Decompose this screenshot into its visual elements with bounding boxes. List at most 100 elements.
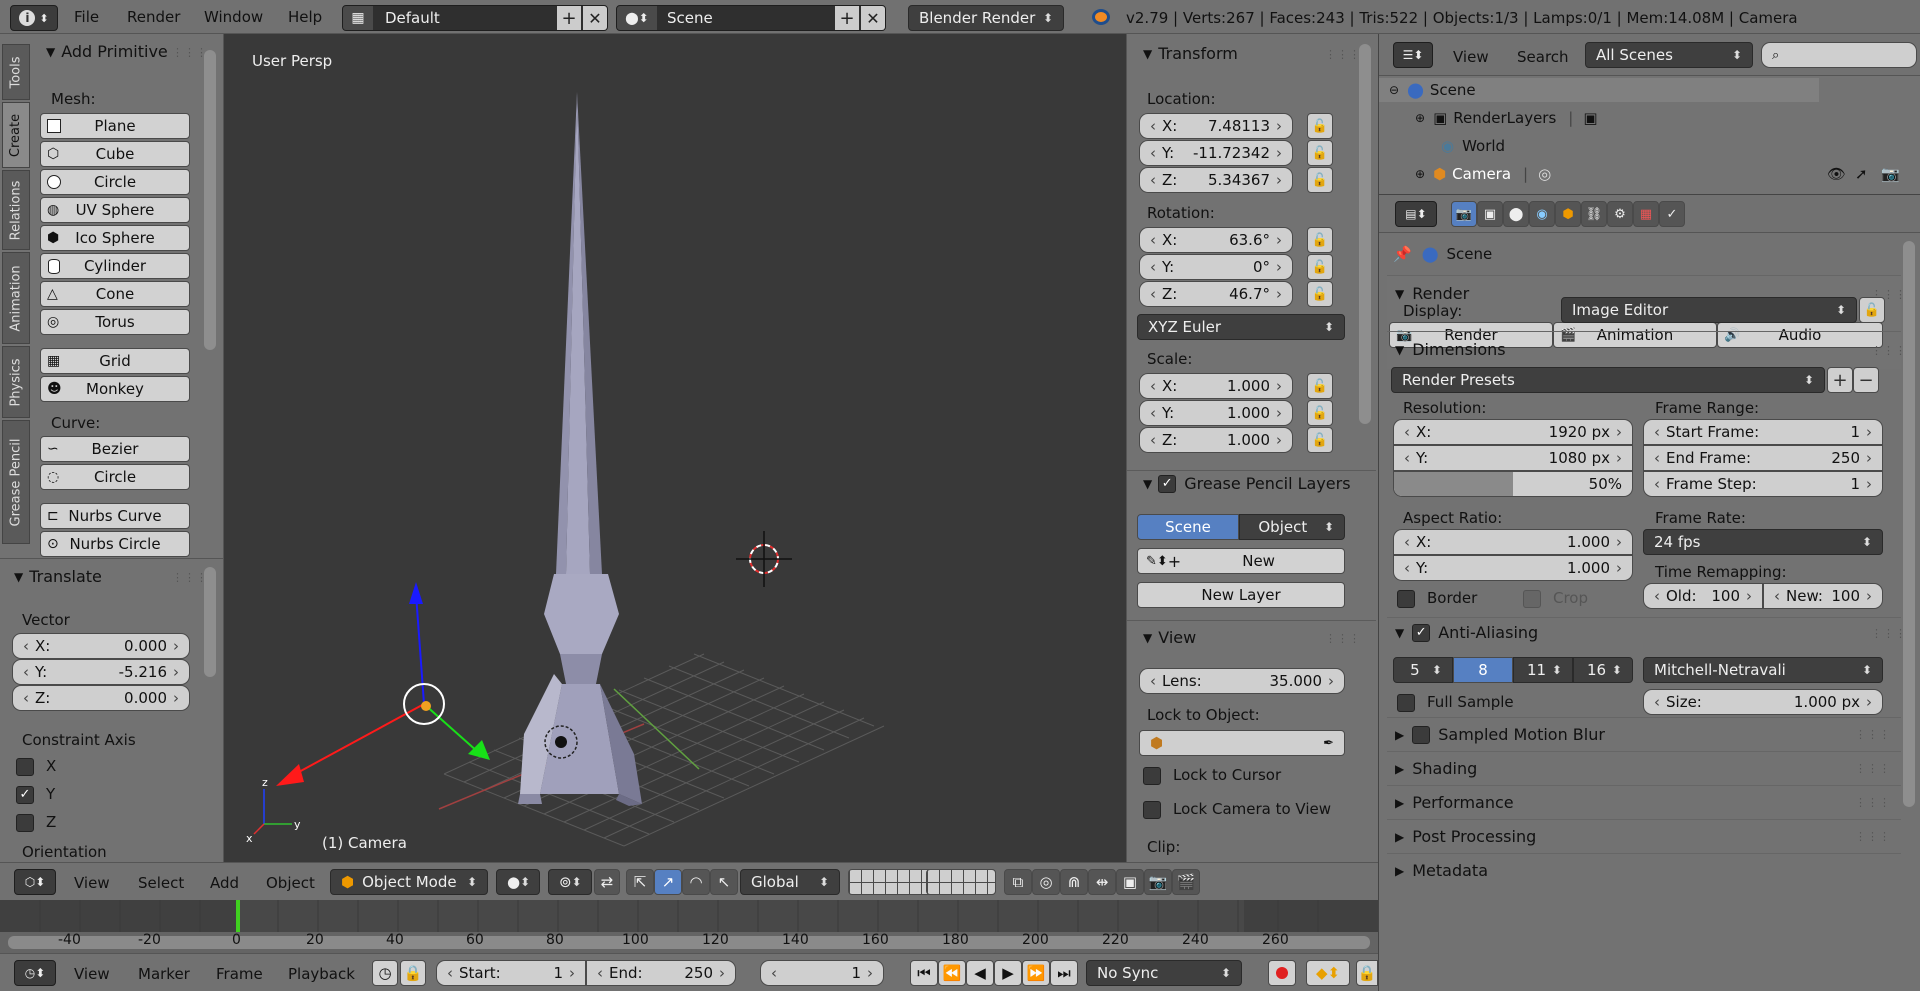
anti-aliasing-header[interactable]: ▼ ✓ Anti-Aliasing (1395, 623, 1538, 642)
snap-element-icon[interactable]: ⇹ (1088, 869, 1116, 895)
new-layer-button[interactable]: New Layer (1137, 582, 1345, 608)
render-context-icon[interactable]: 📷 (1451, 201, 1477, 227)
lens-field[interactable]: Lens:35.000 (1139, 668, 1345, 694)
lock-range-icon[interactable]: 🔒 (400, 960, 426, 986)
remap-old-field[interactable]: Old:100 (1643, 583, 1763, 609)
resolution-x-field[interactable]: X:1920 px (1393, 419, 1633, 445)
add-curve-circle-button[interactable]: ◌ Circle (40, 464, 190, 490)
auto-keying-record-icon[interactable] (1268, 960, 1296, 986)
timeline-editor-type-button[interactable]: ◷⬍ (14, 960, 56, 986)
tab-physics[interactable]: Physics (2, 346, 30, 418)
translate-header[interactable]: ▼ Translate (14, 567, 102, 586)
rotation-mode-select[interactable]: XYZ Euler (1137, 314, 1345, 340)
manipulator-rotate-icon[interactable]: ◠ (682, 869, 710, 895)
aa-grip[interactable]: ⋮⋮⋮ (1871, 627, 1907, 640)
world-context-icon[interactable]: ◉ (1529, 201, 1555, 227)
screen-layout-selector[interactable]: ▦ Default + ✕ (342, 5, 608, 31)
n-panel-scrollbar[interactable] (1359, 44, 1371, 424)
border-checkbox[interactable]: Border (1397, 589, 1477, 608)
jump-start-icon[interactable]: ⏮ (910, 960, 938, 986)
preview-range-icon[interactable]: ◷ (372, 960, 398, 986)
constraint-z-checkbox[interactable]: Z (16, 813, 56, 832)
outliner-menu-view[interactable]: View (1453, 48, 1489, 66)
outliner-search-input[interactable]: ⌕ (1761, 42, 1917, 68)
selectability-cursor-icon[interactable]: ➚ (1855, 165, 1868, 183)
current-frame-indicator[interactable] (236, 900, 240, 932)
aspect-x-field[interactable]: X:1.000 (1393, 529, 1633, 555)
aa-size-field[interactable]: Size:1.000 px (1643, 689, 1883, 715)
3d-menu-view[interactable]: View (74, 874, 110, 892)
properties-editor-type-button[interactable]: ▤⬍ (1395, 201, 1437, 227)
lock-camera-checkbox[interactable]: Lock Camera to View (1143, 800, 1331, 819)
constraint-x-checkbox[interactable]: X (16, 757, 56, 776)
remove-preset-icon[interactable]: − (1853, 367, 1879, 393)
aa-sample-8[interactable]: 8 (1453, 657, 1513, 683)
modifiers-context-icon[interactable]: ⚙ (1607, 201, 1633, 227)
add-plane-button[interactable]: Plane (40, 113, 190, 139)
layer-buttons-2[interactable] (926, 869, 996, 895)
grease-pencil-header[interactable]: ▼ ✓ Grease Pencil Layers (1143, 474, 1363, 493)
sync-mode-select[interactable]: No Sync (1086, 960, 1242, 986)
rotation-x-field[interactable]: X:63.6° (1139, 227, 1293, 253)
pivot-point-select[interactable]: ⊚ (548, 869, 592, 895)
texture-context-icon[interactable]: ▦ (1633, 201, 1659, 227)
timeline-start-field[interactable]: Start:1 (436, 960, 586, 986)
scene-context-icon[interactable]: ⬤ (1503, 201, 1529, 227)
snap-target-icon[interactable]: ▣ (1116, 869, 1144, 895)
jump-end-icon[interactable]: ⏭ (1050, 960, 1078, 986)
timeline-end-field[interactable]: End:250 (586, 960, 736, 986)
add-scene-icon[interactable]: + (835, 6, 859, 30)
timeline-menu-marker[interactable]: Marker (138, 965, 190, 983)
add-cube-button[interactable]: ⬡ Cube (40, 141, 190, 167)
outliner-editor-type-button[interactable]: ☰⬍ (1393, 42, 1433, 68)
manipulator-toggle[interactable]: ⇄ (594, 869, 620, 895)
grease-scene-tab[interactable]: Scene (1137, 514, 1239, 540)
display-select[interactable]: Image Editor (1561, 297, 1857, 323)
renderability-camera-icon[interactable]: 📷 (1881, 165, 1900, 183)
aspect-y-field[interactable]: Y:1.000 (1393, 555, 1633, 581)
collapsed-panel-motion-blur[interactable]: ▶ Sampled Motion Blur ⋮⋮⋮ (1387, 717, 1901, 751)
translate-scrollbar[interactable] (204, 567, 216, 677)
translate-grip[interactable]: ⋮⋮⋮ (172, 571, 208, 584)
vector-z-field[interactable]: Z:0.000 (12, 685, 190, 711)
outliner-row-camera[interactable]: ⊕ ⬢ Camera | ◎ 👁 ➚ 📷 (1379, 162, 1920, 186)
lock-scale-y-icon[interactable]: 🔓 (1307, 400, 1333, 426)
lock-scale-z-icon[interactable]: 🔓 (1307, 427, 1333, 453)
interaction-mode-select[interactable]: ⬢ Object Mode (330, 869, 488, 895)
3d-menu-object[interactable]: Object (266, 874, 315, 892)
lock-rot-x-icon[interactable]: 🔓 (1307, 227, 1333, 253)
add-cylinder-button[interactable]: Cylinder (40, 253, 190, 279)
manipulator-translate-icon[interactable]: ⇱ (626, 869, 654, 895)
layer-lock-icon[interactable]: ⧉ (1004, 869, 1032, 895)
menu-render[interactable]: Render (127, 8, 180, 26)
add-preset-icon[interactable]: + (1827, 367, 1853, 393)
vector-x-field[interactable]: X:0.000 (12, 633, 190, 659)
view-grip[interactable]: ⋮⋮⋮ (1325, 632, 1361, 645)
render-presets-select[interactable]: Render Presets (1391, 367, 1825, 393)
manipulator-arrow-icon[interactable]: ↗ (654, 869, 682, 895)
transform-orientation-select[interactable]: Global (740, 869, 840, 895)
lock-loc-z-icon[interactable]: 🔓 (1307, 167, 1333, 193)
scale-y-field[interactable]: Y:1.000 (1139, 400, 1293, 426)
current-frame-field[interactable]: 1 (760, 960, 884, 986)
vector-y-field[interactable]: Y:-5.216 (12, 659, 190, 685)
3d-menu-add[interactable]: Add (210, 874, 239, 892)
keying-set-icon[interactable]: ◆⬍ (1306, 960, 1350, 986)
aa-sample-16[interactable]: 16 (1573, 657, 1633, 683)
add-monkey-button[interactable]: ☻ Monkey (40, 376, 190, 402)
tab-relations[interactable]: Relations (2, 170, 30, 250)
lock-scale-x-icon[interactable]: 🔓 (1307, 373, 1333, 399)
lock-rot-y-icon[interactable]: 🔓 (1307, 254, 1333, 280)
scale-z-field[interactable]: Z:1.000 (1139, 427, 1293, 453)
outliner-row-renderlayers[interactable]: ⊕ ▣ RenderLayers | ▣ (1379, 106, 1819, 130)
timeline-menu-frame[interactable]: Frame (216, 965, 263, 983)
anti-aliasing-checkbox[interactable]: ✓ (1412, 623, 1431, 642)
outliner-display-filter[interactable]: All Scenes (1585, 42, 1753, 68)
rotation-y-field[interactable]: Y:0° (1139, 254, 1293, 280)
aa-sample-11[interactable]: 11 (1513, 657, 1573, 683)
add-circle-button[interactable]: Circle (40, 169, 190, 195)
transform-header[interactable]: ▼ Transform (1143, 44, 1238, 63)
eyedropper-icon[interactable]: ✒ (1323, 736, 1334, 751)
camera-data-context-icon[interactable]: ✓ (1659, 201, 1685, 227)
manipulator-scale-icon[interactable]: ↖ (710, 869, 738, 895)
